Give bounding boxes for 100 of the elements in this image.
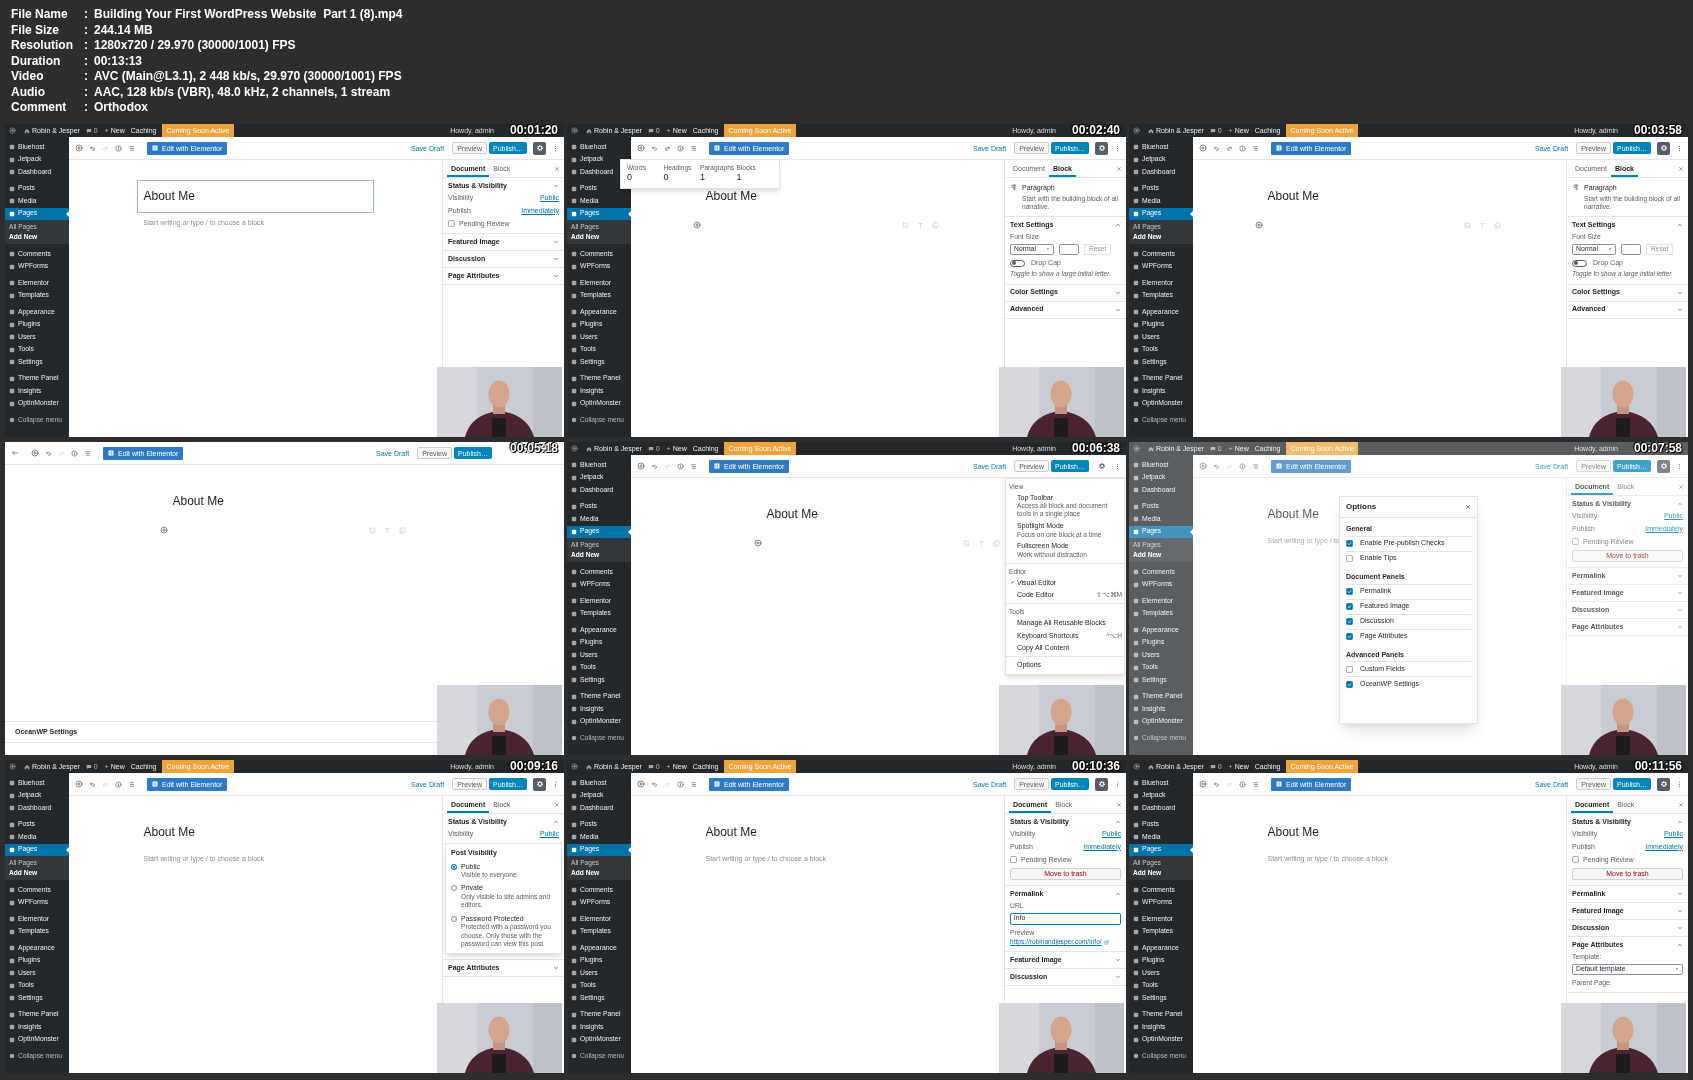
add-block-icon[interactable]: [637, 144, 645, 152]
info-icon[interactable]: [115, 144, 122, 152]
info-value: 244.14 MB: [94, 22, 153, 38]
add-block-icon[interactable]: [75, 144, 83, 152]
checkbox[interactable]: [1346, 603, 1353, 610]
add-block-icon[interactable]: [1254, 221, 1263, 229]
page-title[interactable]: About Me: [759, 498, 997, 531]
list-icon[interactable]: [690, 462, 697, 470]
add-block-icon[interactable]: [1199, 144, 1207, 152]
close-icon[interactable]: [554, 166, 560, 172]
checkbox[interactable]: [1346, 665, 1353, 673]
add-block-icon[interactable]: [692, 221, 701, 229]
info-icon[interactable]: [677, 144, 684, 152]
list-icon[interactable]: [690, 780, 697, 788]
list-icon[interactable]: [128, 144, 135, 152]
list-icon[interactable]: [690, 144, 697, 152]
undo-icon[interactable]: [45, 449, 52, 457]
settings-button[interactable]: [533, 141, 546, 155]
redo-icon[interactable]: [664, 144, 671, 152]
radio-button[interactable]: [451, 885, 457, 892]
add-block-icon[interactable]: [637, 780, 645, 788]
checkbox[interactable]: [1572, 856, 1579, 864]
toggle-switch[interactable]: [1010, 259, 1025, 267]
settings-button[interactable]: [533, 777, 546, 791]
number-field[interactable]: [1621, 243, 1641, 255]
undo-icon[interactable]: [651, 144, 658, 152]
checkbox[interactable]: [1346, 588, 1353, 595]
redo-icon[interactable]: [1226, 144, 1233, 152]
add-block-icon[interactable]: [159, 526, 168, 534]
checkbox[interactable]: [1346, 680, 1353, 688]
info-value: Building Your First WordPress Website Part 1 (8).mp4: [94, 7, 403, 23]
settings-button[interactable]: [1095, 777, 1108, 791]
list-icon[interactable]: [1252, 780, 1259, 788]
checkbox[interactable]: [1346, 618, 1353, 625]
undo-icon[interactable]: [89, 144, 96, 152]
close-icon[interactable]: [1116, 166, 1122, 172]
settings-button[interactable]: [1657, 459, 1670, 473]
external-link-icon[interactable]: [1103, 939, 1109, 945]
toggle-switch[interactable]: [1572, 259, 1587, 267]
list-icon[interactable]: [128, 780, 135, 788]
close-icon[interactable]: [1116, 802, 1122, 808]
pilcrow-icon: [1572, 184, 1579, 191]
radio-button[interactable]: [451, 863, 457, 870]
page-title[interactable]: About Me: [1260, 816, 1498, 849]
logo-icon: [1276, 781, 1282, 787]
list-icon[interactable]: [1252, 144, 1259, 152]
logo-icon[interactable]: [571, 445, 578, 452]
circle-icon: [571, 1053, 577, 1060]
logo-icon[interactable]: [571, 127, 578, 134]
checkbox[interactable]: [1346, 555, 1353, 563]
close-icon[interactable]: [1678, 484, 1684, 490]
page-title[interactable]: About Me: [136, 816, 374, 849]
close-icon[interactable]: [554, 802, 560, 808]
add-block-icon[interactable]: [75, 780, 83, 788]
info-icon[interactable]: [1239, 780, 1246, 788]
add-block-icon[interactable]: [637, 462, 645, 470]
close-icon[interactable]: [1678, 166, 1684, 172]
close-icon[interactable]: [1678, 802, 1684, 808]
logo-icon[interactable]: [1133, 445, 1140, 452]
timestamp: 00:07:58: [1633, 442, 1682, 455]
number-field[interactable]: [1059, 243, 1079, 255]
close-icon[interactable]: [1465, 504, 1471, 510]
logo-icon[interactable]: [9, 127, 16, 134]
add-block-icon[interactable]: [31, 449, 39, 457]
logo-icon[interactable]: [9, 763, 16, 770]
logo-icon[interactable]: [1133, 763, 1140, 770]
list-icon[interactable]: [1252, 462, 1259, 470]
undo-icon[interactable]: [651, 780, 658, 788]
page-title[interactable]: About Me: [165, 485, 403, 518]
info-icon[interactable]: [677, 462, 684, 470]
undo-icon[interactable]: [651, 462, 658, 470]
add-block-icon[interactable]: [1199, 462, 1207, 470]
undo-icon[interactable]: [89, 780, 96, 788]
separator: :: [84, 7, 89, 23]
info-icon[interactable]: [1239, 462, 1246, 470]
list-icon[interactable]: [84, 449, 91, 457]
radio-button[interactable]: [451, 915, 457, 922]
info-icon[interactable]: [677, 780, 684, 788]
checkbox[interactable]: [1346, 540, 1353, 548]
logo-icon[interactable]: [571, 763, 578, 770]
page-title[interactable]: About Me: [136, 180, 374, 213]
info-icon[interactable]: [1239, 144, 1246, 152]
settings-button[interactable]: [1657, 141, 1670, 155]
add-block-icon[interactable]: [753, 539, 762, 547]
checkbox[interactable]: [1346, 633, 1353, 640]
undo-icon[interactable]: [1213, 144, 1220, 152]
checkbox[interactable]: [448, 220, 455, 228]
back-arrow-icon[interactable]: [11, 449, 19, 457]
add-block-icon[interactable]: [1199, 780, 1207, 788]
checkbox[interactable]: [1572, 538, 1579, 546]
settings-button[interactable]: [1095, 141, 1108, 155]
settings-button[interactable]: [1657, 777, 1670, 791]
page-title[interactable]: About Me: [698, 816, 936, 849]
page-title[interactable]: About Me: [1260, 180, 1498, 213]
undo-icon[interactable]: [1213, 780, 1220, 788]
info-icon[interactable]: [115, 780, 122, 788]
logo-icon[interactable]: [1133, 127, 1140, 134]
info-icon[interactable]: [71, 449, 78, 457]
undo-icon[interactable]: [1213, 462, 1220, 470]
checkbox[interactable]: [1010, 856, 1017, 864]
